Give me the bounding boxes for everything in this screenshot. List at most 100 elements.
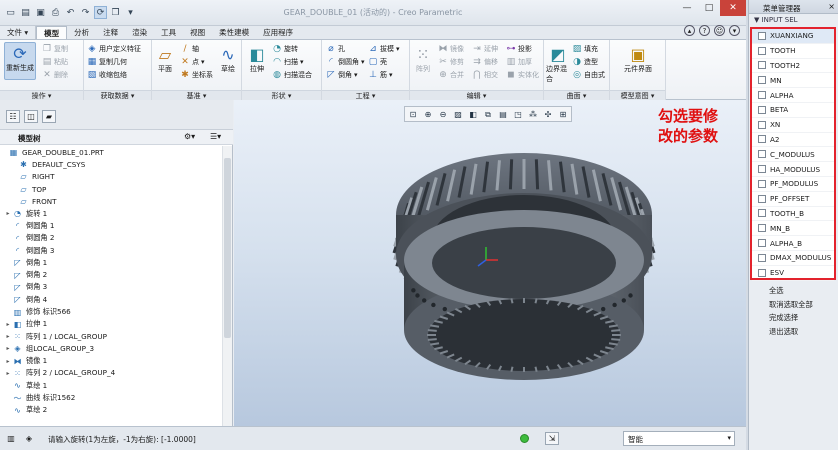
layers-icon[interactable]: ◫ xyxy=(24,110,38,123)
tree-item[interactable]: ◜ 倒圆角 3 xyxy=(0,244,222,256)
shrinkwrap-button[interactable]: ▧ 收缩包络 xyxy=(87,70,127,80)
parameter-item[interactable]: MN xyxy=(752,73,834,89)
csys-button[interactable]: ✱ 坐标系 xyxy=(180,70,213,80)
tab-file[interactable]: 文件 ▾ xyxy=(0,26,37,39)
toggle-browser-icon[interactable]: ◈ xyxy=(22,432,36,445)
boundary-blend-button[interactable]: ◩ 边界混合 xyxy=(546,44,570,84)
mirror-button[interactable]: ⧓ 镜像 xyxy=(438,44,465,54)
parameter-checkbox[interactable] xyxy=(758,239,766,248)
zoom-out-icon[interactable]: ⊖ xyxy=(436,108,450,121)
parameter-checkbox[interactable] xyxy=(758,209,766,218)
community-icon[interactable]: ☺ xyxy=(714,25,725,36)
minimize-button[interactable]: — xyxy=(676,0,698,16)
group-label-datum[interactable]: 基准 ▾ xyxy=(152,90,241,100)
tree-item[interactable]: ▸ ⁙ 阵列 2 / LOCAL_GROUP_4 xyxy=(0,367,222,379)
expand-toggle[interactable]: ▸ xyxy=(4,358,12,365)
group-label-operations[interactable]: 操作 ▾ xyxy=(0,90,83,100)
tree-item[interactable]: ∿ 草绘 2 xyxy=(0,404,222,416)
tree-item[interactable]: ◸ 倒角 4 xyxy=(0,294,222,306)
tree-item[interactable]: ▱ FRONT xyxy=(0,195,222,207)
swept-blend-button[interactable]: ◍ 扫描混合 xyxy=(272,70,312,80)
component-interface-button[interactable]: ▣ 元件界面 xyxy=(618,44,658,74)
group-label-model-intent[interactable]: 模型意图 ▾ xyxy=(610,90,665,100)
parameter-item[interactable]: DMAX_MODULUS xyxy=(752,251,834,266)
menu-manager-close-icon[interactable]: × xyxy=(828,2,835,11)
group-label-shapes[interactable]: 形状 ▾ xyxy=(242,90,321,100)
tree-item[interactable]: ▸ ⁙ 阵列 1 / LOCAL_GROUP xyxy=(0,330,222,342)
extrude-button[interactable]: ◧ 拉伸 xyxy=(244,44,270,74)
parameter-item[interactable]: ESV xyxy=(752,266,834,281)
parameter-checkbox[interactable] xyxy=(758,61,766,70)
tree-item[interactable]: ▸ ◧ 拉伸 1 xyxy=(0,318,222,330)
chamfer-button[interactable]: ◸ 倒角 ▾ xyxy=(326,70,358,80)
copy-geometry-button[interactable]: ▦ 复制几何 xyxy=(87,57,127,67)
settings-icon[interactable]: ▾ xyxy=(729,25,740,36)
intersect-button[interactable]: ⋂ 相交 xyxy=(472,70,498,80)
parameter-checkbox[interactable] xyxy=(758,46,766,55)
tab-annotate[interactable]: 注释 xyxy=(96,26,125,39)
tree-settings-icon[interactable]: ⚙▾ xyxy=(184,132,195,141)
saved-views-icon[interactable]: ⧉ xyxy=(481,108,495,121)
parameter-item[interactable]: TOOTH_B xyxy=(752,207,834,222)
parameter-checkbox[interactable] xyxy=(758,105,766,114)
tab-render[interactable]: 渲染 xyxy=(125,26,154,39)
tree-item[interactable]: ▸ ⧓ 镜像 1 xyxy=(0,355,222,367)
tree-item[interactable]: ∿ 草绘 1 xyxy=(0,380,222,392)
trim-button[interactable]: ✂ 修剪 xyxy=(438,57,464,67)
tree-item[interactable]: ▸ ◔ 旋转 1 xyxy=(0,207,222,219)
style-button[interactable]: ◑ 造型 xyxy=(572,57,598,67)
regenerate-button[interactable]: ⟳ 重新生成 xyxy=(4,42,36,80)
tree-item[interactable]: ◸ 倒角 2 xyxy=(0,269,222,281)
tree-item[interactable]: ✱ DEFAULT_CSYS xyxy=(0,158,222,170)
freestyle-button[interactable]: ◎ 自由式 xyxy=(572,70,605,80)
hole-button[interactable]: ⌀ 孔 xyxy=(326,44,345,54)
gear-model[interactable] xyxy=(374,135,664,405)
extend-button[interactable]: ⇥ 延伸 xyxy=(472,44,498,54)
view-manager-icon[interactable]: ▤ xyxy=(496,108,510,121)
maximize-button[interactable]: □ xyxy=(698,0,720,16)
parameter-item[interactable]: ALPHA_B xyxy=(752,236,834,251)
parameter-item[interactable]: BETA xyxy=(752,103,834,118)
axis-button[interactable]: / 轴 xyxy=(180,44,199,54)
offset-button[interactable]: ⇉ 偏移 xyxy=(472,57,498,67)
zoom-in-icon[interactable]: ⊕ xyxy=(421,108,435,121)
help-icon[interactable]: ? xyxy=(699,25,710,36)
point-button[interactable]: ✕ 点 ▾ xyxy=(180,57,204,67)
parameter-checkbox[interactable] xyxy=(758,268,766,277)
sweep-button[interactable]: ◠ 扫描 ▾ xyxy=(272,57,303,67)
project-button[interactable]: ⊶ 投影 xyxy=(506,44,533,54)
scrollbar-thumb[interactable] xyxy=(224,158,231,338)
pattern-button[interactable]: ⁙ 阵列 xyxy=(412,44,434,74)
unselect-all-button[interactable]: 取消选取全部 xyxy=(749,298,838,312)
rib-button[interactable]: ⊥ 筋 ▾ xyxy=(368,70,392,80)
done-select-button[interactable]: 完成选择 xyxy=(749,311,838,325)
expand-toggle[interactable]: ▸ xyxy=(4,210,12,217)
shell-button[interactable]: ▢ 壳 xyxy=(368,57,387,67)
tree-item[interactable]: ▱ TOP xyxy=(0,183,222,195)
parameter-checkbox[interactable] xyxy=(758,120,766,129)
folder-icon[interactable]: ▰ xyxy=(42,110,56,123)
tab-analysis[interactable]: 分析 xyxy=(67,26,96,39)
tree-item[interactable]: ▥ 修饰 标识566 xyxy=(0,306,222,318)
input-sel-header[interactable]: ▼ INPUT SEL xyxy=(749,14,838,26)
tree-item[interactable]: ◸ 倒角 3 xyxy=(0,281,222,293)
draft-button[interactable]: ⊿ 拔模 ▾ xyxy=(368,44,399,54)
group-label-get-data[interactable]: 获取数据 ▾ xyxy=(84,90,151,100)
selection-filter-dropdown[interactable]: 智能 ▾ xyxy=(623,431,735,446)
tree-view-icon[interactable]: ☷ xyxy=(6,110,20,123)
toggle-navigator-icon[interactable]: ▥ xyxy=(4,432,18,445)
parameter-item[interactable]: C_MODULUS xyxy=(752,147,834,163)
tab-tools[interactable]: 工具 xyxy=(154,26,183,39)
parameter-item[interactable]: XN xyxy=(752,118,834,133)
tree-item[interactable]: ▦ GEAR_DOUBLE_01.PRT xyxy=(0,146,222,158)
tree-item[interactable]: ▸ ◈ 组LOCAL_GROUP_3 xyxy=(0,343,222,355)
tree-item[interactable]: ▱ RIGHT xyxy=(0,171,222,183)
delete-button[interactable]: ✕ 删除 xyxy=(42,70,68,80)
tab-model[interactable]: 模型 xyxy=(36,26,68,39)
sketch-button[interactable]: ∿ 草绘 xyxy=(216,44,240,74)
graphics-viewport[interactable]: ⊡ ⊕ ⊖ ▨ ◧ ⧉ ▤ ◳ ⁂ ✣ ⊞ 勾选要修 改的参数 xyxy=(234,100,746,426)
parameter-checkbox[interactable] xyxy=(758,135,766,144)
datum-display-icon[interactable]: ⁂ xyxy=(526,108,540,121)
tab-view[interactable]: 视图 xyxy=(183,26,212,39)
solidify-button[interactable]: ◼ 实体化 xyxy=(506,70,539,80)
